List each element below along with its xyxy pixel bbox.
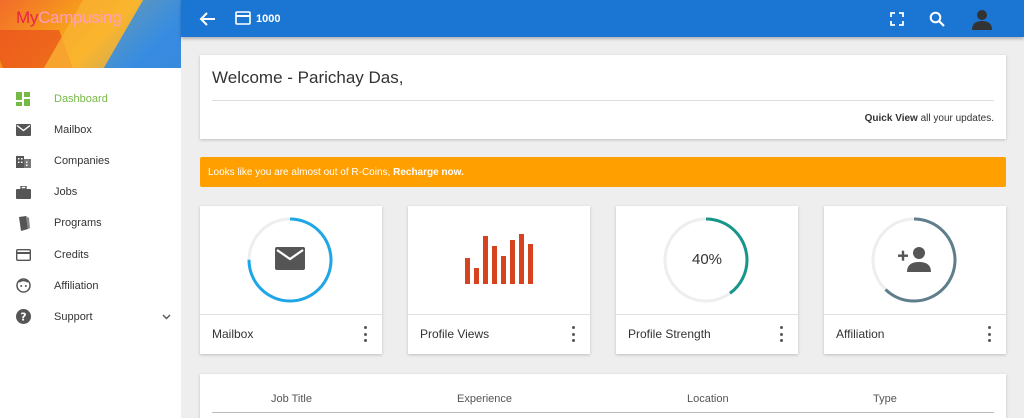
top-app-bar: 1000 <box>181 0 1024 37</box>
sidebar-item-label: Mailbox <box>54 123 92 136</box>
low-coins-alert: Looks like you are almost out of R-Coins… <box>200 157 1006 187</box>
mailbox-visual <box>200 206 382 314</box>
sidebar-nav: Dashboard Mailbox Companies Jobs Program… <box>0 83 181 333</box>
briefcase-icon <box>15 184 31 200</box>
sidebar-item-label: Jobs <box>54 186 78 199</box>
more-vert-icon[interactable] <box>776 326 786 342</box>
back-arrow-icon[interactable] <box>198 9 218 29</box>
user-avatar-icon[interactable] <box>971 8 993 30</box>
welcome-card: Welcome - Parichay Das, Quick View all y… <box>200 55 1006 139</box>
dashboard-icon <box>15 91 31 107</box>
sidebar-item-label: Affiliation <box>54 279 99 292</box>
sidebar-item-label: Dashboard <box>54 92 108 105</box>
credit-card-icon <box>15 247 31 263</box>
profile-views-visual <box>408 206 590 314</box>
quick-view-rest: all your updates. <box>917 113 994 124</box>
logo-text-part: My <box>16 8 39 27</box>
alert-text: Looks like you are almost out of R-Coins… <box>208 167 394 178</box>
chevron-down-icon[interactable] <box>162 312 171 322</box>
more-vert-icon[interactable] <box>568 326 578 342</box>
more-vert-icon[interactable] <box>984 326 994 342</box>
sidebar-item-affiliation[interactable]: Affiliation <box>0 270 181 301</box>
column-header-job-title[interactable]: Job Title <box>271 393 312 405</box>
divider <box>200 314 382 315</box>
help-icon: ? <box>15 309 31 325</box>
stat-card-profile-strength[interactable]: 40% Profile Strength <box>616 206 798 354</box>
column-header-location[interactable]: Location <box>687 393 729 405</box>
book-icon <box>15 215 31 231</box>
svg-text:?: ? <box>20 311 26 324</box>
more-vert-icon[interactable] <box>360 326 370 342</box>
sidebar-item-dashboard[interactable]: Dashboard <box>0 83 181 114</box>
table-header-divider <box>212 412 994 413</box>
sidebar-item-credits[interactable]: Credits <box>0 239 181 270</box>
stat-card-profile-views[interactable]: Profile Views <box>408 206 590 354</box>
face-icon <box>15 278 31 294</box>
quick-view-text: Quick View all your updates. <box>865 113 994 124</box>
sidebar-item-label: Companies <box>54 154 110 167</box>
stat-title: Mailbox <box>212 327 254 341</box>
recharge-link[interactable]: Recharge now. <box>393 167 464 178</box>
logo[interactable]: MyCampusing <box>0 0 181 68</box>
add-person-icon <box>898 247 931 272</box>
divider <box>616 314 798 315</box>
mail-icon <box>15 122 31 138</box>
sidebar: MyCampusing Dashboard Mailbox Companies … <box>0 0 181 418</box>
sidebar-item-programs[interactable]: Programs <box>0 208 181 239</box>
coin-balance: 1000 <box>256 13 281 25</box>
divider <box>824 314 1006 315</box>
quick-view-link[interactable]: Quick View <box>865 113 918 124</box>
building-icon <box>15 153 31 169</box>
sidebar-item-companies[interactable]: Companies <box>0 145 181 176</box>
jobs-table-card: Job Title Experience Location Type <box>200 374 1006 418</box>
stat-title: Profile Strength <box>628 327 711 341</box>
logo-text-part: Campusing <box>38 8 122 27</box>
column-header-experience[interactable]: Experience <box>457 393 512 405</box>
stat-card-mailbox[interactable]: Mailbox <box>200 206 382 354</box>
sidebar-item-jobs[interactable]: Jobs <box>0 177 181 208</box>
fullscreen-icon[interactable] <box>890 12 904 26</box>
sidebar-item-label: Support <box>54 310 93 323</box>
search-icon[interactable] <box>929 11 945 27</box>
credit-card-icon <box>235 11 251 25</box>
logo-text: MyCampusing <box>16 8 122 28</box>
stat-card-affiliation[interactable]: Affiliation <box>824 206 1006 354</box>
divider <box>212 100 994 101</box>
sidebar-item-label: Programs <box>54 217 102 230</box>
affiliation-visual <box>824 206 1006 314</box>
sidebar-item-label: Credits <box>54 248 89 261</box>
sidebar-item-mailbox[interactable]: Mailbox <box>0 114 181 145</box>
stat-title: Affiliation <box>836 327 885 341</box>
sidebar-item-support[interactable]: ? Support <box>0 301 181 332</box>
welcome-title: Welcome - Parichay Das, <box>212 68 404 87</box>
column-header-type[interactable]: Type <box>873 393 897 405</box>
profile-strength-value: 40% <box>691 251 723 268</box>
divider <box>408 314 590 315</box>
stat-title: Profile Views <box>420 327 490 341</box>
bar-chart-icon <box>465 234 533 284</box>
